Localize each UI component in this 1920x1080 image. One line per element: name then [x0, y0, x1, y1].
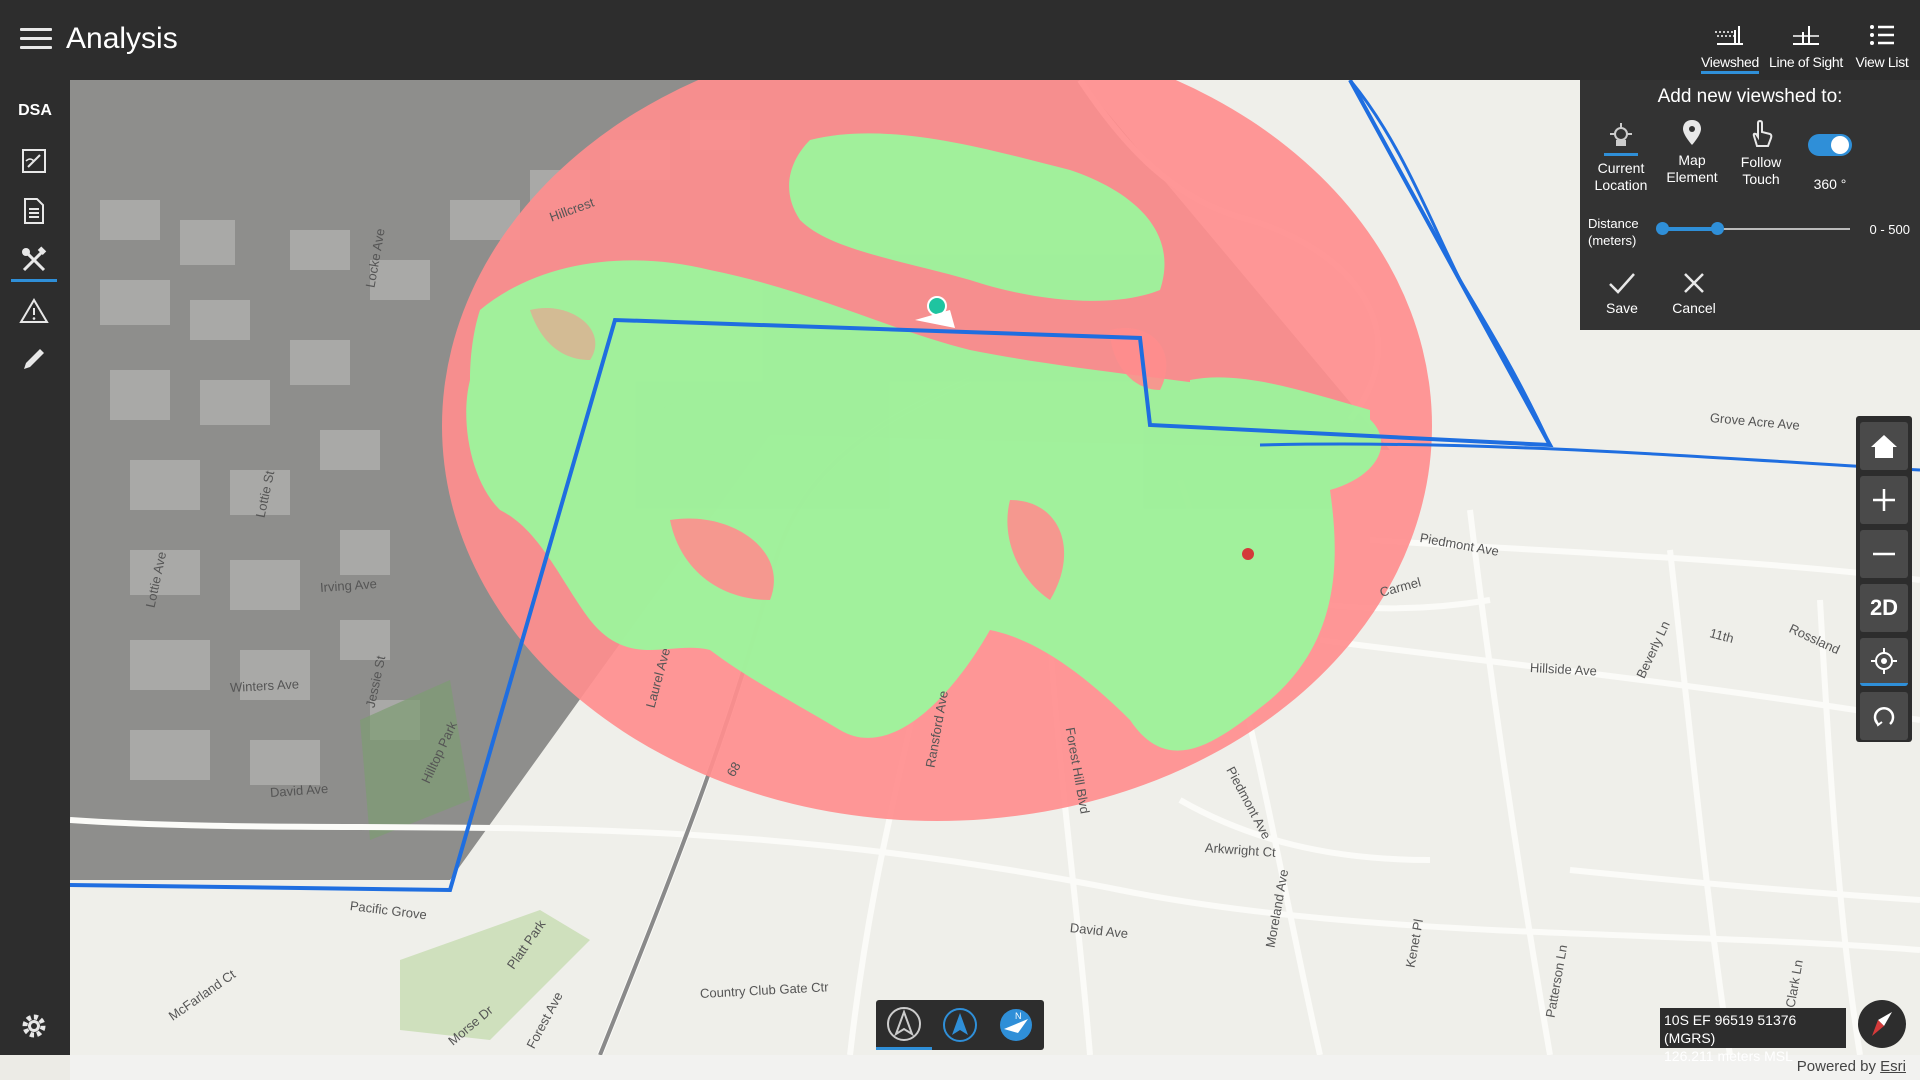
close-icon [1684, 273, 1704, 293]
distance-value: 0 - 500 [1869, 222, 1910, 237]
tools-icon [22, 245, 47, 271]
save-label: Save [1606, 300, 1638, 316]
toggle-360[interactable] [1808, 134, 1852, 156]
sidebar-item-alerts[interactable] [11, 290, 57, 332]
distance-slider[interactable] [1656, 222, 1850, 235]
navigation-mode-bar: N [876, 1000, 1044, 1050]
home-button[interactable] [1860, 422, 1908, 470]
top-app-bar: Analysis Viewshed Line of Sight View Lis… [0, 0, 1920, 80]
option-current-location[interactable]: Current Location [1586, 118, 1656, 194]
pencil-icon [24, 349, 44, 369]
svg-text:N: N [1015, 1011, 1022, 1021]
compass-needle-icon [1872, 1012, 1892, 1036]
tab-viewshed-label: Viewshed [1700, 54, 1759, 74]
coords-line2: 126.211 meters MSL [1664, 1048, 1793, 1064]
option-map-element[interactable]: Map Element [1657, 118, 1727, 186]
option-follow-touch[interactable]: Follow Touch [1726, 118, 1796, 188]
sidebar-item-map-tool[interactable] [11, 140, 57, 182]
sidebar-item-documents[interactable] [11, 190, 57, 232]
viewshed-icon [1715, 26, 1743, 45]
document-icon [24, 198, 44, 224]
toggle-knob [1831, 136, 1849, 154]
top-tools: Viewshed Line of Sight View List [1692, 0, 1920, 80]
tab-viewshed[interactable]: Viewshed [1692, 0, 1768, 80]
page-title: Analysis [66, 22, 178, 55]
map-edit-icon [22, 149, 46, 173]
compass-mode-button[interactable] [932, 1000, 988, 1050]
map-element-icon [1683, 120, 1701, 145]
rotate-icon [1873, 707, 1895, 727]
locate-icon [1871, 647, 1897, 674]
left-sidebar: DSA [0, 80, 70, 1055]
rotate-button[interactable] [1860, 692, 1908, 740]
tab-line-of-sight-label: Line of Sight [1769, 54, 1843, 70]
current-location-icon-wrap [1604, 118, 1638, 156]
view-list-icon [1870, 25, 1894, 45]
tab-line-of-sight[interactable]: Line of Sight [1768, 0, 1844, 80]
viewshed-panel: Add new viewshed to: Current Location Ma… [1580, 80, 1920, 330]
current-location-icon [1610, 123, 1632, 146]
coords-line1: 10S EF 96519 51376 (MGRS) [1664, 1012, 1797, 1046]
home-icon [1871, 435, 1897, 458]
gear-icon [22, 1014, 46, 1038]
coordinate-readout: 10S EF 96519 51376 (MGRS) 126.211 meters… [1660, 1008, 1846, 1064]
brand-label: DSA [18, 102, 52, 119]
sidebar-item-markup[interactable] [11, 338, 57, 380]
follow-touch-icon [1752, 119, 1773, 147]
line-of-sight-icon [1793, 26, 1819, 45]
esri-link[interactable]: Esri [1880, 1058, 1906, 1075]
navigation-mode-button[interactable] [876, 1000, 932, 1050]
zoom-out-button[interactable] [1860, 530, 1908, 578]
option-current-location-label: Current Location [1594, 160, 1648, 193]
cancel-label: Cancel [1672, 300, 1716, 316]
distance-min-handle[interactable] [1656, 222, 1669, 235]
warning-icon [19, 298, 49, 323]
minus-icon [1873, 552, 1895, 556]
tab-view-list[interactable]: View List [1844, 0, 1920, 80]
locate-button[interactable] [1860, 638, 1908, 686]
toggle-2d-button[interactable]: 2D [1860, 584, 1908, 632]
distance-label-text: Distance (meters) [1588, 216, 1639, 248]
settings-button[interactable] [20, 1012, 48, 1045]
checkmark-icon [1609, 273, 1635, 294]
toggle-360-label: 360 ° [1813, 176, 1847, 192]
distance-max-handle[interactable] [1711, 222, 1724, 235]
tab-view-list-label: View List [1855, 54, 1909, 70]
plus-icon [1873, 489, 1895, 511]
viewshed-panel-title: Add new viewshed to: [1657, 86, 1843, 107]
option-follow-touch-label: Follow Touch [1740, 154, 1782, 187]
target-point-marker[interactable] [1242, 548, 1254, 560]
navigation-icon [887, 1006, 921, 1041]
map-nav-controls: 2D [1856, 416, 1912, 742]
compass-arrow-icon [943, 1008, 977, 1042]
north-icon: N [1000, 1009, 1032, 1041]
hamburger-menu-icon[interactable] [20, 28, 52, 50]
distance-label: Distance (meters) [1588, 215, 1648, 249]
option-map-element-label: Map Element [1666, 152, 1718, 185]
sidebar-item-tools[interactable] [11, 240, 57, 282]
attribution-bar: Powered by Esri [70, 1055, 1920, 1080]
save-button[interactable]: Save [1592, 270, 1652, 316]
north-up-mode-button[interactable]: N [988, 1000, 1044, 1050]
zoom-in-button[interactable] [1860, 476, 1908, 524]
compass-button[interactable] [1858, 1000, 1906, 1048]
cancel-button[interactable]: Cancel [1664, 270, 1724, 316]
